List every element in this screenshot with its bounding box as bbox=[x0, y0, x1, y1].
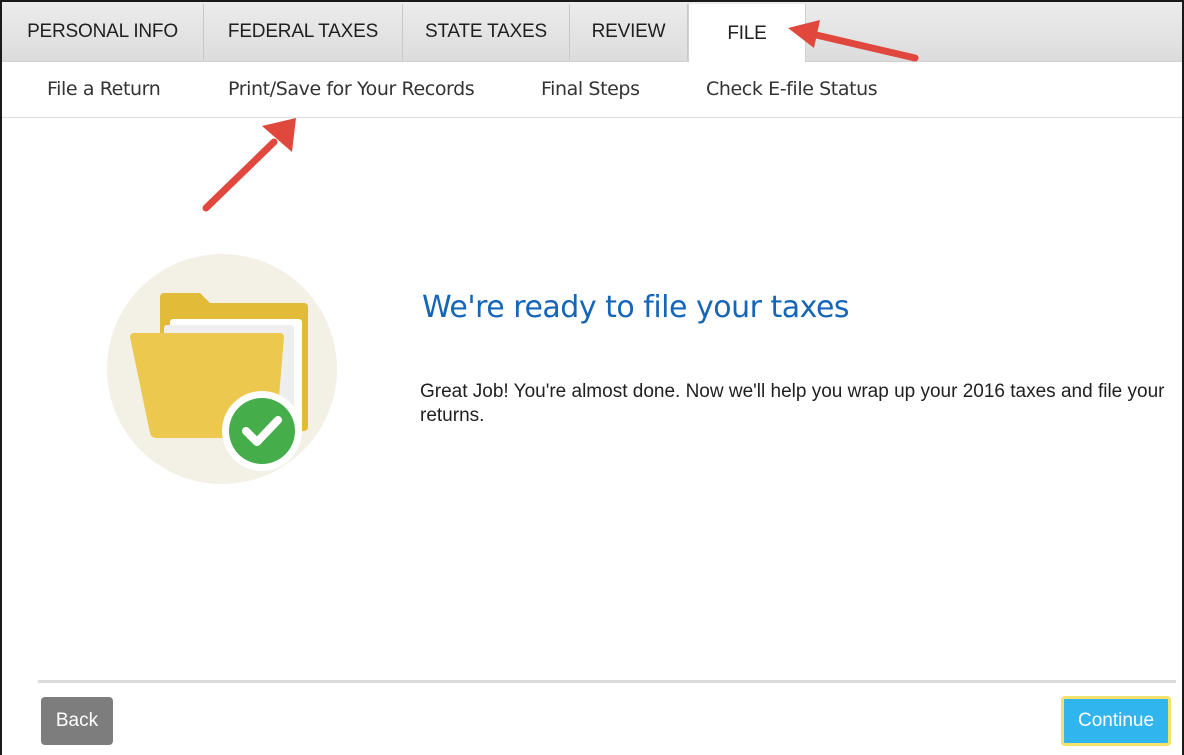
page-heading: We're ready to file your taxes bbox=[422, 290, 850, 325]
continue-button[interactable]: Continue bbox=[1061, 696, 1171, 746]
annotation-arrow-print-save bbox=[202, 118, 296, 212]
page-description: Great Job! You're almost done. Now we'll… bbox=[420, 381, 1165, 426]
tab-state-taxes[interactable]: STATE TAXES bbox=[403, 4, 570, 60]
subnav-final-steps[interactable]: Final Steps bbox=[541, 78, 640, 100]
annotation-arrow-file-tab bbox=[788, 20, 919, 62]
sub-navigation: File a Return Print/Save for Your Record… bbox=[2, 62, 1182, 118]
subnav-file-a-return[interactable]: File a Return bbox=[47, 78, 161, 100]
footer-divider bbox=[38, 680, 1176, 683]
folder-check-icon bbox=[107, 254, 337, 484]
subnav-print-save-records[interactable]: Print/Save for Your Records bbox=[228, 78, 475, 100]
main-tab-bar: PERSONAL INFO FEDERAL TAXES STATE TAXES … bbox=[2, 2, 1182, 64]
back-button[interactable]: Back bbox=[41, 697, 113, 745]
tab-federal-taxes[interactable]: FEDERAL TAXES bbox=[204, 4, 403, 60]
subnav-check-efile-status[interactable]: Check E-file Status bbox=[706, 78, 878, 100]
tab-review[interactable]: REVIEW bbox=[570, 4, 688, 60]
tab-personal-info[interactable]: PERSONAL INFO bbox=[2, 4, 204, 60]
